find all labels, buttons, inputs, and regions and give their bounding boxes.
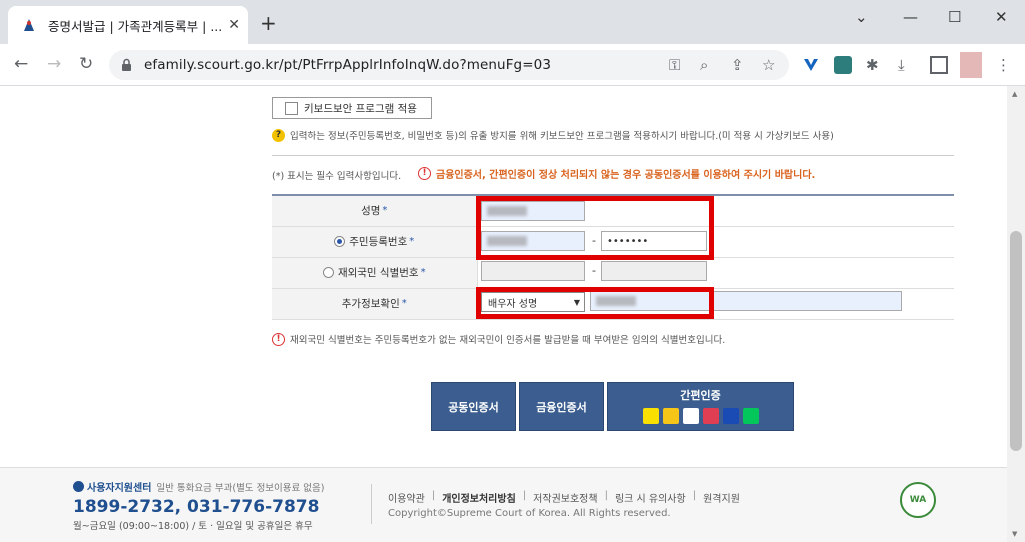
- checkbox-box[interactable]: [285, 101, 298, 115]
- naver-icon: [742, 408, 759, 424]
- scroll-up-icon[interactable]: ▲: [1012, 90, 1017, 98]
- footer-link-remote[interactable]: 원격지원: [703, 490, 740, 505]
- kb-pass-icon: [722, 408, 739, 424]
- foreign-label: 재외국민 식별번호: [337, 267, 419, 279]
- tab-search-icon[interactable]: ⌄: [855, 8, 868, 26]
- lock-icon: [121, 57, 132, 76]
- foreign-radio[interactable]: [322, 267, 334, 278]
- warning-icon: !: [418, 167, 431, 180]
- extra-label: 추가정보확인: [341, 298, 400, 310]
- extension-shield-icon[interactable]: [834, 56, 852, 74]
- forward-icon[interactable]: →: [47, 54, 61, 74]
- joint-cert-button[interactable]: 공동인증서: [431, 382, 516, 431]
- name-label: 성명: [361, 205, 381, 218]
- keyboard-notice: ? 입력하는 정보(주민등록번호, 비밀번호 등)의 유출 방지를 위해 키보드…: [272, 128, 834, 142]
- highlight-box: [476, 196, 714, 260]
- required-star: *: [401, 298, 407, 309]
- extension-v-icon[interactable]: [802, 56, 820, 74]
- payco-icon: [682, 408, 699, 424]
- foreign-back-input[interactable]: [601, 261, 707, 281]
- bank-icon: [662, 408, 679, 424]
- simple-auth-button[interactable]: 간편인증: [607, 382, 794, 431]
- kakao-icon: [642, 408, 659, 424]
- extensions-puzzle-icon[interactable]: ✱: [866, 56, 884, 74]
- support-center-label: 사용자지원센터: [87, 483, 152, 494]
- footer-links: 이용약관 | 개인정보처리방침 | 저작권보호정책 | 링크 시 유의사항 | 원격지원: [388, 490, 740, 505]
- maximize-button[interactable]: ☐: [948, 8, 961, 26]
- new-tab-button[interactable]: +: [260, 13, 277, 33]
- bookmark-star-icon[interactable]: ☆: [762, 56, 775, 74]
- copyright: Copyright©Supreme Court of Korea. All Ri…: [388, 508, 671, 519]
- cert-alert-text: 금융인증서, 간편인증이 정상 처리되지 않는 경우 공동인증서를 이용하여 주…: [436, 170, 816, 181]
- foreign-front-input[interactable]: [481, 261, 585, 281]
- name-label-cell: 성명 *: [272, 195, 478, 227]
- page-content: 키보드보안 프로그램 적용 ? 입력하는 정보(주민등록번호, 비밀번호 등)의…: [0, 86, 1007, 542]
- download-icon[interactable]: ⤓: [898, 56, 916, 74]
- cert-alert: ! 금융인증서, 간편인증이 정상 처리되지 않는 경우 공동인증서를 이용하여…: [418, 166, 815, 181]
- footer-link-copyright[interactable]: 저작권보호정책: [533, 490, 597, 505]
- foreign-note-text: 재외국민 식별번호는 주민등록번호가 없는 재외국민이 인증서를 발급받을 때 …: [290, 335, 726, 346]
- address-bar[interactable]: efamily.scourt.go.kr/pt/PtFrrpApplrInfoI…: [109, 50, 789, 80]
- support-center: 사용자지원센터 일반 통화요금 부과(별도 정보이용료 없음): [73, 479, 324, 494]
- pass-icon: [702, 408, 719, 424]
- rrn-radio[interactable]: [334, 236, 346, 247]
- required-note: (*) 표시는 필수 입력사항입니다.: [272, 171, 402, 182]
- required-star: *: [420, 267, 426, 278]
- scroll-down-icon[interactable]: ▼: [1012, 530, 1017, 538]
- footer-divider: [371, 484, 372, 524]
- warning-icon: !: [272, 332, 285, 346]
- simple-auth-label: 간편인증: [680, 389, 721, 402]
- required-star: *: [409, 236, 415, 247]
- keyboard-security-label: 키보드보안 프로그램 적용: [304, 102, 417, 115]
- keyboard-security-checkbox[interactable]: 키보드보안 프로그램 적용: [272, 97, 432, 119]
- browser-tab-strip: 증명서발급 | 가족관계등록부 | ... ✕ + ⌄ — ☐ ✕: [0, 0, 1025, 44]
- support-phone: 1899-2732, 031-776-7878: [73, 497, 320, 517]
- key-icon[interactable]: ⚿: [669, 56, 680, 74]
- browser-toolbar: ← → ↻ efamily.scourt.go.kr/pt/PtFrrpAppl…: [0, 44, 1025, 86]
- browser-tab[interactable]: 증명서발급 | 가족관계등록부 | ... ✕: [8, 6, 248, 44]
- tab-close-icon[interactable]: ✕: [228, 17, 240, 33]
- foreign-note: ! 재외국민 식별번호는 주민등록번호가 없는 재외국민이 인증서를 발급받을 …: [272, 332, 725, 346]
- keyboard-notice-text: 입력하는 정보(주민등록번호, 비밀번호 등)의 유출 방지를 위해 키보드보안…: [290, 131, 834, 142]
- rrn-label-cell: 주민등록번호 *: [272, 226, 478, 258]
- headset-icon: [73, 481, 84, 492]
- footer-link-link-policy[interactable]: 링크 시 유의사항: [615, 490, 686, 505]
- foreign-label-cell: 재외국민 식별번호 *: [272, 257, 478, 289]
- reload-icon[interactable]: ↻: [79, 54, 93, 74]
- court-favicon-icon: [20, 16, 38, 34]
- minimize-button[interactable]: —: [903, 8, 918, 26]
- footer-link-privacy[interactable]: 개인정보처리방침: [442, 490, 516, 505]
- support-hours: 월~금요일 (09:00~18:00) / 토 · 일요일 및 공휴일은 휴무: [73, 521, 313, 532]
- close-window-button[interactable]: ✕: [995, 8, 1008, 26]
- required-star: *: [382, 205, 388, 217]
- side-panel-icon[interactable]: [930, 56, 948, 74]
- foreign-dash: -: [592, 264, 596, 277]
- finance-cert-button[interactable]: 금융인증서: [519, 382, 604, 431]
- wa-certification-mark: WA: [900, 482, 936, 518]
- question-icon: ?: [272, 128, 285, 142]
- profile-avatar[interactable]: [960, 52, 982, 78]
- auth-provider-logos: [641, 408, 761, 424]
- footer-link-terms[interactable]: 이용약관: [388, 490, 425, 505]
- url-text: efamily.scourt.go.kr/pt/PtFrrpApplrInfoI…: [144, 57, 552, 73]
- share-icon[interactable]: ⇪: [731, 56, 744, 74]
- divider: [272, 155, 954, 156]
- scrollbar[interactable]: ▲ ▼: [1007, 86, 1025, 542]
- extra-label-cell: 추가정보확인 *: [272, 288, 478, 320]
- support-sub: 일반 통화요금 부과(별도 정보이용료 없음): [156, 482, 325, 494]
- highlight-box: [476, 287, 714, 319]
- back-icon[interactable]: ←: [14, 54, 28, 74]
- footer: 사용자지원센터 일반 통화요금 부과(별도 정보이용료 없음) 1899-273…: [0, 467, 1007, 542]
- rrn-label: 주민등록번호: [349, 236, 408, 248]
- tab-title: 증명서발급 | 가족관계등록부 | ...: [48, 18, 223, 34]
- menu-kebab-icon[interactable]: ⋮: [996, 56, 1014, 74]
- zoom-icon[interactable]: ⌕: [700, 56, 708, 74]
- scrollbar-thumb[interactable]: [1010, 231, 1022, 451]
